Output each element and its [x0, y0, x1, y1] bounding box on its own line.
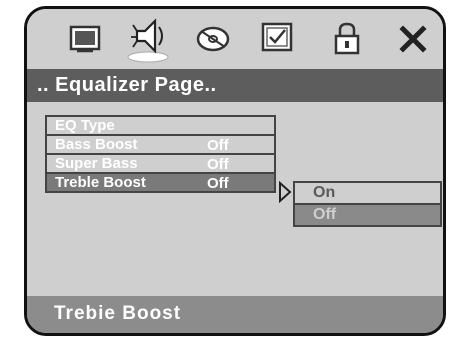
menu-item-label: Bass Boost: [55, 136, 138, 153]
disc-icon[interactable]: [193, 19, 233, 57]
menu-item-label: Treble Boost: [55, 174, 146, 191]
menu-item-value: Off: [207, 175, 229, 192]
lock-icon[interactable]: [327, 19, 367, 57]
monitor-icon[interactable]: [65, 19, 105, 57]
submenu-option-on[interactable]: On: [293, 181, 442, 205]
submenu-option-label: On: [313, 184, 336, 201]
submenu-option-label: Off: [313, 206, 337, 223]
status-text: Trebie Boost: [54, 303, 182, 324]
menu-item-super-bass[interactable]: Super Bass Off: [45, 153, 276, 174]
speaker-icon[interactable]: [125, 15, 171, 63]
menu-item-bass-boost[interactable]: Bass Boost Off: [45, 134, 276, 155]
settings-menu: EQ Type Bass Boost Off Super Bass Off Tr…: [45, 115, 276, 193]
menu-item-eq-type[interactable]: EQ Type: [45, 115, 276, 136]
checklist-icon[interactable]: [257, 19, 297, 57]
menu-item-value: Off: [207, 137, 229, 154]
submenu: On Off: [293, 181, 442, 227]
submenu-arrow-icon: [278, 180, 292, 204]
submenu-option-off[interactable]: Off: [293, 203, 442, 227]
menu-item-label: Super Bass: [55, 155, 138, 172]
close-icon[interactable]: [393, 19, 433, 57]
page-title-bar: .. Equalizer Page..: [27, 69, 443, 102]
icon-toolbar: [27, 9, 443, 66]
status-bar: Trebie Boost: [27, 296, 443, 333]
menu-item-label: EQ Type: [55, 117, 115, 134]
menu-item-treble-boost[interactable]: Treble Boost Off: [45, 172, 276, 193]
settings-area: EQ Type Bass Boost Off Super Bass Off Tr…: [27, 102, 443, 302]
page-title: .. Equalizer Page..: [37, 74, 217, 96]
osd-window: .. Equalizer Page.. EQ Type Bass Boost O…: [24, 6, 446, 336]
menu-item-value: Off: [207, 156, 229, 173]
